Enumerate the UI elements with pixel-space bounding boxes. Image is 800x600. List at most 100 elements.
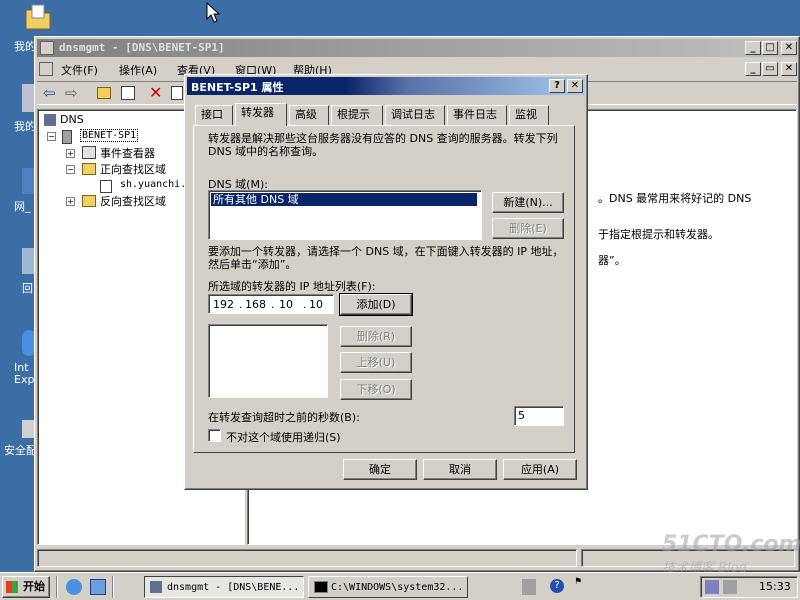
dialog-titlebar[interactable]: BENET-SP1 属性 ? ✕ (187, 77, 585, 95)
desktop-icon-label: 安全配 (4, 444, 37, 457)
tab-event-logging[interactable]: 事件日志 (447, 105, 507, 125)
ip-dot: . (239, 298, 243, 311)
delete-icon[interactable]: ✕ (149, 83, 162, 102)
task-label: C:\WINDOWS\system32... (331, 582, 464, 593)
ip-address-input[interactable]: 192 . 168 . 10 . 10 (208, 294, 334, 314)
tree-forward-zones[interactable]: 正向查找区域 (100, 161, 166, 177)
outlook-quicklaunch-icon[interactable] (90, 579, 106, 595)
dialog-close-button[interactable]: ✕ (567, 79, 583, 93)
properties-dialog: BENET-SP1 属性 ? ✕ 接口 转发器 高级 根提示 调试日志 事件日志… (184, 74, 588, 490)
minimize-button[interactable]: _ (745, 41, 761, 55)
tab-monitoring[interactable]: 监视 (509, 105, 549, 125)
tree-expander[interactable]: − (47, 132, 56, 141)
desktop-icon-label: 网_ (14, 200, 31, 213)
tab-page: 转发器是解决那些这台服务器没有应答的 DNS 查询的服务器。转发下列 DNS 域… (193, 125, 575, 453)
add-forwarder-button[interactable]: 添加(D) (339, 293, 413, 316)
dropdown-tray-icon[interactable]: ⚑ (574, 577, 584, 595)
zone-icon (100, 180, 112, 193)
ip-octet: 10 (279, 298, 293, 311)
timeout-input[interactable]: 5 (514, 406, 564, 426)
dns-icon (44, 114, 56, 126)
menu-action[interactable]: 操作(A) (119, 62, 157, 78)
dialog-title: BENET-SP1 属性 (191, 81, 284, 94)
back-arrow-icon[interactable]: ⇦ (43, 84, 56, 102)
forwarder-ip-list[interactable] (208, 324, 328, 398)
tab-strip: 接口 转发器 高级 根提示 调试日志 事件日志 监视 (193, 103, 573, 127)
event-viewer-icon (82, 146, 96, 159)
child-close-button[interactable]: ✕ (781, 62, 797, 76)
tab-debug-logging[interactable]: 调试日志 (385, 105, 445, 125)
task-dnsmgmt[interactable]: dnsmgmt - [DNS\BENE... (144, 576, 304, 598)
folder-icon (25, 4, 51, 30)
mmc-title: dnsmgmt - [DNS\BENET-SP1] (59, 41, 225, 54)
watermark-line1: 51CTO.com (662, 532, 800, 557)
ip-octet: 10 (309, 298, 323, 311)
tree-expander[interactable]: + (66, 149, 75, 158)
apply-button[interactable]: 应用(A) (503, 459, 577, 480)
new-domain-button[interactable]: 新建(N)... (492, 192, 564, 213)
desktop-icon-folder[interactable] (22, 2, 58, 32)
content-text: 器”。 (598, 254, 626, 267)
tree-server[interactable]: BENET-SP1 (80, 129, 139, 142)
cmd-task-icon (314, 581, 328, 593)
status-panel (37, 549, 577, 567)
tree-expander[interactable]: + (66, 197, 75, 206)
child-minimize-button[interactable]: _ (745, 62, 761, 76)
forward-arrow-icon[interactable]: ⇨ (65, 84, 78, 102)
mmc-titlebar[interactable]: dnsmgmt - [DNS\BENET-SP1] _ □ ✕ (37, 39, 797, 57)
ok-button[interactable]: 确定 (343, 459, 417, 480)
tree-zone-item[interactable]: sh.yuanchi. (120, 179, 186, 190)
taskbar-separator (112, 576, 114, 598)
tree-expander[interactable]: − (66, 165, 75, 174)
clock[interactable]: 15:33 (759, 580, 791, 593)
tab-root-hints[interactable]: 根提示 (331, 105, 383, 125)
cancel-button[interactable]: 取消 (423, 459, 497, 480)
tree-root[interactable]: DNS (60, 113, 84, 126)
desktop-icon-label: 我的 (14, 120, 36, 133)
system-tray: 15:33 (700, 576, 798, 598)
instructions-text: 要添加一个转发器，请选择一个 DNS 域，在下面键入转发器的 IP 地址，然后单… (208, 245, 564, 271)
no-recursion-checkbox[interactable] (208, 429, 221, 442)
properties-icon[interactable] (171, 86, 183, 100)
taskbar-separator (56, 576, 58, 598)
tab-forwarders[interactable]: 转发器 (235, 103, 287, 126)
ie-quicklaunch-icon[interactable] (66, 579, 82, 595)
description-text: 转发器是解决那些这台服务器没有应答的 DNS 查询的服务器。转发下列 DNS 域… (208, 132, 558, 158)
move-up-button[interactable]: 上移(U) (340, 352, 412, 373)
close-button[interactable]: ✕ (781, 41, 797, 55)
move-down-button[interactable]: 下移(O) (340, 379, 412, 400)
content-text: 。DNS 最常用来将好记的 DNS (598, 192, 752, 205)
speaker-icon[interactable] (723, 580, 737, 594)
maximize-button[interactable]: □ (762, 41, 778, 55)
menu-file[interactable]: 文件(F) (61, 62, 98, 78)
help-tray-icon[interactable]: ? (550, 579, 564, 593)
task-cmd[interactable]: C:\WINDOWS\system32... (308, 576, 468, 598)
folder-icon (82, 163, 96, 175)
child-app-icon[interactable] (39, 62, 53, 76)
desktop-icon-label: 我的 (14, 40, 36, 53)
child-restore-button[interactable]: ▭ (762, 62, 778, 76)
taskbar: 开始 dnsmgmt - [DNS\BENE... C:\WINDOWS\sys… (0, 572, 800, 600)
help-button[interactable]: ? (549, 79, 565, 93)
server-icon (62, 130, 72, 144)
ip-dot: . (303, 298, 307, 311)
timeout-label: 在转发查询超时之前的秒数(B): (208, 411, 360, 424)
windows-logo-icon (6, 581, 18, 593)
mmc-app-icon (40, 41, 54, 55)
remove-forwarder-button[interactable]: 删除(R) (340, 326, 412, 347)
no-recursion-label: 不对这个域使用递归(S) (226, 431, 341, 444)
tab-interfaces[interactable]: 接口 (195, 105, 233, 125)
tab-advanced[interactable]: 高级 (289, 105, 329, 125)
show-tree-icon[interactable] (121, 86, 135, 100)
up-folder-icon[interactable] (97, 87, 111, 99)
tree-reverse-zones[interactable]: 反向查找区域 (100, 193, 166, 209)
list-item[interactable]: 所有其他 DNS 域 (211, 193, 477, 206)
desktop-icon-label: 回 (22, 282, 33, 295)
tray-app-icon[interactable] (705, 580, 719, 594)
folder-icon (82, 195, 96, 207)
ip-dot: . (271, 298, 275, 311)
remove-domain-button[interactable]: 删除(E) (492, 218, 564, 239)
network-tray-icon[interactable] (522, 579, 536, 595)
dns-domain-list[interactable]: 所有其他 DNS 域 (208, 190, 482, 240)
tree-event-viewer[interactable]: 事件查看器 (100, 145, 155, 161)
